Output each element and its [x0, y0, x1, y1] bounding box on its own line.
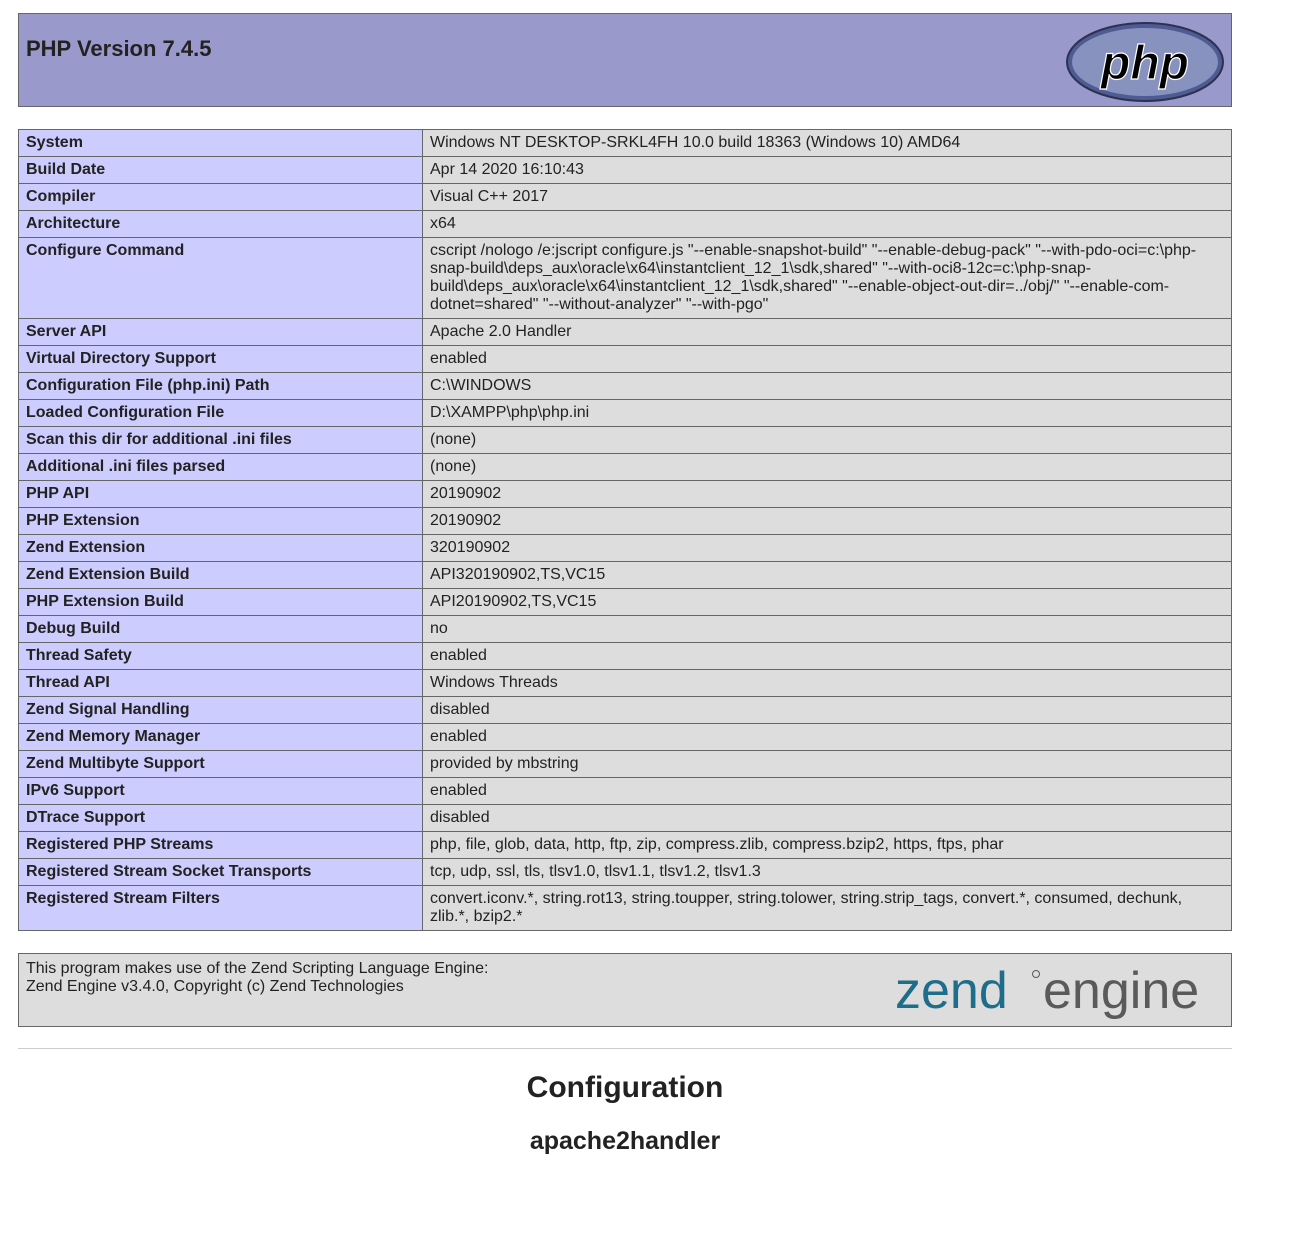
table-row: Debug Build no — [18, 615, 1232, 643]
row-value: Windows Threads — [422, 669, 1232, 697]
row-key: IPv6 Support — [18, 777, 423, 805]
row-value: convert.iconv.*, string.rot13, string.to… — [422, 885, 1232, 931]
row-key: Thread Safety — [18, 642, 423, 670]
row-value: enabled — [422, 345, 1232, 373]
row-value: tcp, udp, ssl, tls, tlsv1.0, tlsv1.1, tl… — [422, 858, 1232, 886]
row-key: Scan this dir for additional .ini files — [18, 426, 423, 454]
row-key: Zend Multibyte Support — [18, 750, 423, 778]
table-row: System Windows NT DESKTOP-SRKL4FH 10.0 bu… — [18, 129, 1232, 157]
phpinfo-page: PHP Version 7.4.5 php System Windows NT D… — [18, 13, 1232, 1156]
row-value: D:\XAMPP\php\php.ini — [422, 399, 1232, 427]
row-key: Configuration File (php.ini) Path — [18, 372, 423, 400]
row-key: DTrace Support — [18, 804, 423, 832]
row-key: Zend Signal Handling — [18, 696, 423, 724]
zend-logo-word1: zend — [895, 962, 1008, 1020]
table-row: PHP API 20190902 — [18, 480, 1232, 508]
row-value: API20190902,TS,VC15 — [422, 588, 1232, 616]
row-key: Registered Stream Socket Transports — [18, 858, 423, 886]
row-value: 20190902 — [422, 507, 1232, 535]
row-value: no — [422, 615, 1232, 643]
row-value: enabled — [422, 777, 1232, 805]
row-key: Compiler — [18, 183, 423, 211]
table-row: Server API Apache 2.0 Handler — [18, 318, 1232, 346]
table-row: Thread API Windows Threads — [18, 669, 1232, 697]
row-key: PHP Extension Build — [18, 588, 423, 616]
row-value: 320190902 — [422, 534, 1232, 562]
row-value: C:\WINDOWS — [422, 372, 1232, 400]
php-logo-icon[interactable]: php — [1065, 21, 1225, 103]
row-value: enabled — [422, 723, 1232, 751]
row-key: Server API — [18, 318, 423, 346]
table-row: Additional .ini files parsed (none) — [18, 453, 1232, 481]
table-row: Registered PHP Streams php, file, glob, d… — [18, 831, 1232, 859]
row-key: Architecture — [18, 210, 423, 238]
zend-line-2: Zend Engine v3.4.0, Copyright (c) Zend T… — [26, 978, 404, 995]
table-row: DTrace Support disabled — [18, 804, 1232, 832]
row-value: provided by mbstring — [422, 750, 1232, 778]
row-key: Zend Extension — [18, 534, 423, 562]
row-key: PHP API — [18, 480, 423, 508]
row-value: disabled — [422, 696, 1232, 724]
row-key: PHP Extension — [18, 507, 423, 535]
zend-logo-word2: engine — [1043, 962, 1199, 1020]
table-row: Zend Multibyte Support provided by mbstri… — [18, 750, 1232, 778]
row-value: Visual C++ 2017 — [422, 183, 1232, 211]
row-key: Thread API — [18, 669, 423, 697]
table-row: Thread Safety enabled — [18, 642, 1232, 670]
row-key: Registered PHP Streams — [18, 831, 423, 859]
row-key: Virtual Directory Support — [18, 345, 423, 373]
table-row: Architecture x64 — [18, 210, 1232, 238]
table-row: Compiler Visual C++ 2017 — [18, 183, 1232, 211]
table-row: Zend Memory Manager enabled — [18, 723, 1232, 751]
row-value: (none) — [422, 426, 1232, 454]
row-value: php, file, glob, data, http, ftp, zip, c… — [422, 831, 1232, 859]
table-row: Scan this dir for additional .ini files(… — [18, 426, 1232, 454]
row-key: Additional .ini files parsed — [18, 453, 423, 481]
row-key: Debug Build — [18, 615, 423, 643]
row-value: x64 — [422, 210, 1232, 238]
table-row: PHP Extension 20190902 — [18, 507, 1232, 535]
row-key: Registered Stream Filters — [18, 885, 423, 931]
zend-engine-logo-icon[interactable]: zend engine — [895, 958, 1225, 1024]
php-logo-text: php — [1099, 37, 1189, 90]
row-key: Configure Command — [18, 237, 423, 319]
php-info-table: System Windows NT DESKTOP-SRKL4FH 10.0 bu… — [18, 129, 1232, 931]
row-value: disabled — [422, 804, 1232, 832]
configuration-heading: Configuration — [526, 1071, 724, 1104]
section-divider — [18, 1048, 1232, 1049]
table-row: Registered Stream Filters convert.iconv.*… — [18, 885, 1232, 931]
zend-line-1: This program makes use of the Zend Scrip… — [26, 960, 489, 977]
row-key: Loaded Configuration File — [18, 399, 423, 427]
table-row: Zend Signal Handling disabled — [18, 696, 1232, 724]
row-value: (none) — [422, 453, 1232, 481]
table-row: Build Date Apr 14 2020 16:10:43 — [18, 156, 1232, 184]
row-key: Build Date — [18, 156, 423, 184]
zend-engine-box: This program makes use of the Zend Scrip… — [18, 953, 1232, 1027]
table-row: Virtual Directory Support enabled — [18, 345, 1232, 373]
row-value: enabled — [422, 642, 1232, 670]
row-value: cscript /nologo /e:jscript configure.js … — [422, 237, 1232, 319]
row-value: API320190902,TS,VC15 — [422, 561, 1232, 589]
table-row: Registered Stream Socket Transports tcp, … — [18, 858, 1232, 886]
table-row: IPv6 Support enabled — [18, 777, 1232, 805]
row-key: Zend Extension Build — [18, 561, 423, 589]
table-row: Configuration File (php.ini) Path C:\WIND… — [18, 372, 1232, 400]
page-title: PHP Version 7.4.5 — [26, 36, 212, 61]
row-value: Apr 14 2020 16:10:43 — [422, 156, 1232, 184]
module-heading-apache2handler: apache2handler — [529, 1127, 721, 1155]
table-row: Loaded Configuration File D:\XAMPP\php\ph… — [18, 399, 1232, 427]
row-value: Windows NT DESKTOP-SRKL4FH 10.0 build 18… — [422, 129, 1232, 157]
row-value: Apache 2.0 Handler — [422, 318, 1232, 346]
table-row: Zend Extension Build API320190902,TS,VC15 — [18, 561, 1232, 589]
row-key: Zend Memory Manager — [18, 723, 423, 751]
table-row: PHP Extension Build API20190902,TS,VC15 — [18, 588, 1232, 616]
row-key: System — [18, 129, 423, 157]
row-value: 20190902 — [422, 480, 1232, 508]
table-row: Zend Extension 320190902 — [18, 534, 1232, 562]
php-version-header: PHP Version 7.4.5 php — [18, 13, 1232, 107]
table-row: Configure Command cscript /nologo /e:jscr… — [18, 237, 1232, 319]
